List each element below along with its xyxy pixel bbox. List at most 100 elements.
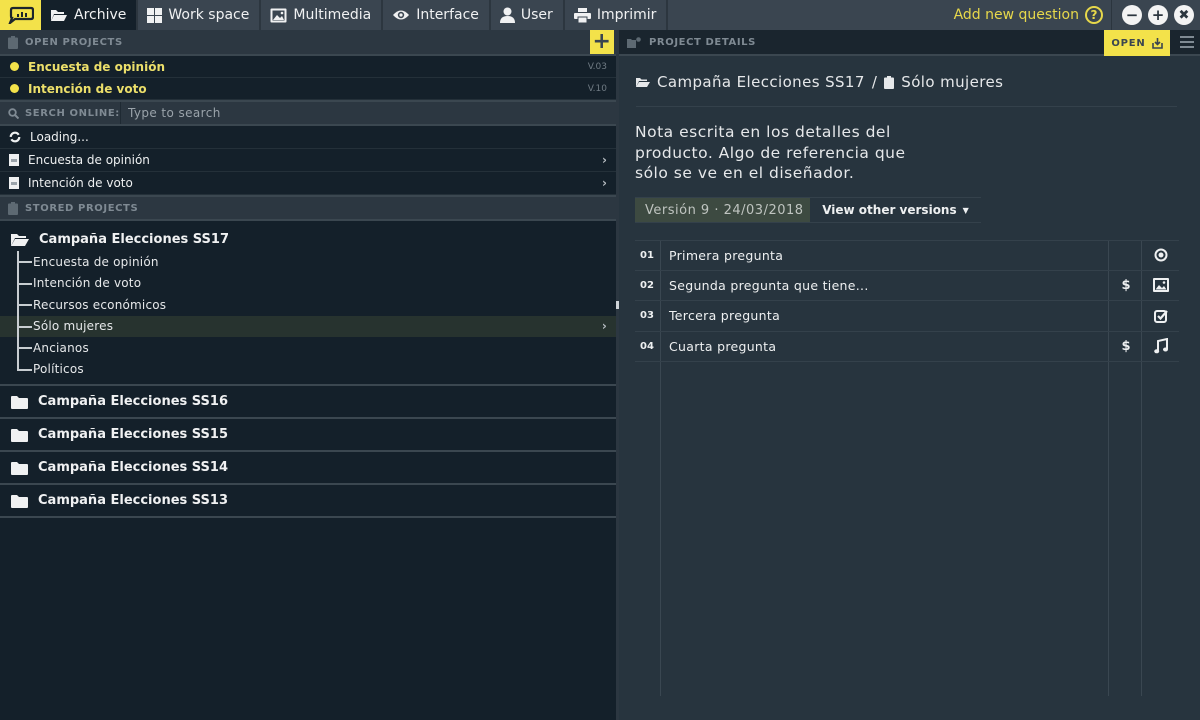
project-folder-expanded: Campaña Elecciones SS17 Encuesta de opin… xyxy=(0,221,616,386)
project-folder-collapsed[interactable]: Campaña Elecciones SS16 xyxy=(0,386,616,419)
user-icon xyxy=(499,7,515,23)
tree-item-label: Sólo mujeres xyxy=(33,319,114,334)
tree-item-label: Ancianos xyxy=(33,340,89,355)
open-button[interactable]: OPEN xyxy=(1104,30,1170,56)
divider xyxy=(636,106,1177,107)
tab-multimedia[interactable]: Multimedia xyxy=(261,0,384,30)
project-folder-name: Campaña Elecciones SS15 xyxy=(38,427,229,442)
folder-icon xyxy=(11,395,28,409)
project-folder-name: Campaña Elecciones SS13 xyxy=(38,493,229,508)
question-row[interactable]: 02 Segunda pregunta que tiene... $ xyxy=(635,271,1179,301)
tree-item[interactable]: Intención de voto xyxy=(0,272,616,295)
document-icon xyxy=(9,177,19,189)
section-title: PROJECT DETAILS xyxy=(649,36,756,48)
tab-label: Multimedia xyxy=(293,7,372,23)
open-project-item[interactable]: Intención de voto V.10 xyxy=(0,78,616,100)
stored-projects-header: STORED PROJECTS xyxy=(0,195,616,221)
open-project-item[interactable]: Encuesta de opinión V.03 xyxy=(0,56,616,78)
project-name: Intención de voto xyxy=(28,81,147,96)
project-folder-name: Campaña Elecciones SS14 xyxy=(38,460,229,475)
tree-item-label: Políticos xyxy=(33,362,84,377)
breadcrumb: Campaña Elecciones SS17 / Sólo mujeres xyxy=(636,73,1003,91)
image-icon xyxy=(1153,278,1169,293)
tab-label: User xyxy=(520,7,553,23)
chat-bubble-chart-icon xyxy=(7,6,34,24)
plus-icon: + xyxy=(1151,5,1165,24)
folder-icon xyxy=(11,428,28,442)
result-name: Intención de voto xyxy=(28,176,133,190)
question-text: Primera pregunta xyxy=(669,247,784,263)
tree-branch xyxy=(17,315,32,328)
chevron-right-icon: › xyxy=(602,176,607,190)
tree-trunk xyxy=(17,306,19,316)
tree-branch xyxy=(17,294,32,306)
search-result-item[interactable]: Intención de voto › xyxy=(0,172,616,195)
tree-item[interactable]: Ancianos xyxy=(0,337,616,359)
question-row[interactable]: 03 Tercera pregunta xyxy=(635,301,1179,332)
project-folder-collapsed[interactable]: Campaña Elecciones SS15 xyxy=(0,419,616,452)
close-button[interactable]: ✖ xyxy=(1174,5,1194,25)
document-icon xyxy=(9,154,19,166)
close-icon: ✖ xyxy=(1178,7,1190,23)
tree-item[interactable]: Encuesta de opinión xyxy=(0,251,616,273)
question-text: Cuarta pregunta xyxy=(669,338,777,354)
question-text: Tercera pregunta xyxy=(669,308,781,324)
add-question-label: Add new question xyxy=(953,7,1079,23)
folder-settings-icon xyxy=(627,36,641,48)
breadcrumb-project[interactable]: Campaña Elecciones SS17 xyxy=(657,73,865,91)
add-project-button[interactable]: + xyxy=(590,30,614,54)
project-folder-collapsed[interactable]: Campaña Elecciones SS13 xyxy=(0,485,616,518)
loading-row: Loading... xyxy=(0,126,616,149)
version-bar: Versión 9 · 24/03/2018 View other versio… xyxy=(635,197,981,223)
tree-item-selected[interactable]: Sólo mujeres › xyxy=(0,315,616,338)
tab-user[interactable]: User xyxy=(490,0,565,30)
project-folder-name: Campaña Elecciones SS17 xyxy=(39,231,230,247)
eye-icon xyxy=(393,10,410,20)
question-row[interactable]: 01 Primera pregunta xyxy=(635,240,1179,271)
tree-branch xyxy=(17,272,32,285)
project-details-panel: PROJECT DETAILS OPEN Campaña Elecciones … xyxy=(619,30,1200,720)
result-name: Encuesta de opinión xyxy=(28,153,150,167)
search-result-item[interactable]: Encuesta de opinión › xyxy=(0,149,616,172)
section-title: STORED PROJECTS xyxy=(25,202,139,214)
section-title: OPEN PROJECTS xyxy=(25,36,123,48)
chevron-right-icon: › xyxy=(601,319,607,334)
hamburger-menu-button[interactable] xyxy=(1180,36,1194,48)
project-folder-title[interactable]: Campaña Elecciones SS17 xyxy=(0,227,616,251)
tab-label: Archive xyxy=(74,7,127,23)
question-row[interactable]: 04 Cuarta pregunta $ xyxy=(635,332,1179,362)
tree-trunk xyxy=(17,263,19,273)
tree-item[interactable]: Recursos económicos xyxy=(0,294,616,316)
caret-down-icon: ▼ xyxy=(962,205,969,215)
paid-indicator: $ xyxy=(1121,277,1131,293)
help-icon[interactable]: ? xyxy=(1085,6,1103,24)
tree-item[interactable]: Políticos xyxy=(0,358,616,381)
tab-archive[interactable]: Archive xyxy=(41,0,139,30)
version-badge: V.03 xyxy=(587,61,607,72)
maximize-button[interactable]: + xyxy=(1148,5,1168,25)
minimize-button[interactable]: − xyxy=(1122,5,1142,25)
tree-branch xyxy=(17,337,32,349)
search-input[interactable] xyxy=(121,102,616,124)
search-online-bar: SERCH ONLINE: xyxy=(0,100,616,126)
tree-trunk xyxy=(17,284,19,295)
printer-icon xyxy=(573,7,591,23)
project-details-header: PROJECT DETAILS OPEN xyxy=(619,30,1200,56)
tab-interface[interactable]: Interface xyxy=(383,0,491,30)
question-number: 02 xyxy=(640,279,654,291)
project-folder-collapsed[interactable]: Campaña Elecciones SS14 xyxy=(0,452,616,485)
view-other-versions-dropdown[interactable]: View other versions ▼ xyxy=(810,198,981,222)
chevron-right-icon: › xyxy=(602,153,607,167)
breadcrumb-separator: / xyxy=(871,73,878,91)
inbox-download-icon xyxy=(1151,37,1163,49)
project-note: Nota escrita en los detalles del product… xyxy=(635,123,906,182)
question-number: 04 xyxy=(640,340,654,352)
tab-imprimir[interactable]: Imprimir xyxy=(564,0,669,30)
folder-open-icon xyxy=(636,77,650,87)
add-new-question-button[interactable]: Add new question ? xyxy=(954,0,1112,30)
tab-work-space[interactable]: Work space xyxy=(138,0,262,30)
open-label: OPEN xyxy=(1111,37,1146,49)
tree-item-label: Intención de voto xyxy=(33,276,142,291)
app-logo[interactable] xyxy=(0,0,41,30)
clipboard-icon xyxy=(8,201,18,215)
